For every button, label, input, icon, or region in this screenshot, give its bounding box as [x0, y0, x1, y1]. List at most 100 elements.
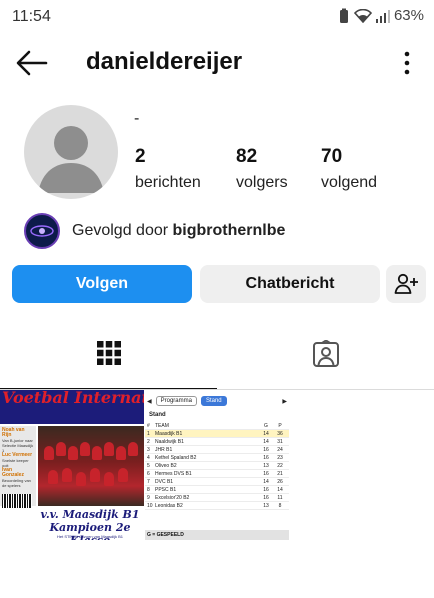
magazine-caption-team: v.v. Maasdijk B1 [40, 508, 140, 521]
standings-segmented-control: ◀ Programma Stand ▶ [145, 394, 289, 408]
followed-by-row[interactable]: Gevolgd door bigbrothernlbe [24, 212, 285, 250]
chevron-left-icon: ◀ [147, 398, 152, 405]
table-cell: 26 [277, 479, 283, 485]
post-standings-table[interactable]: ◀ Programma Stand ▶ Stand # TEAM G P 1 Ma… [145, 390, 289, 540]
stat-following-count: 70 [321, 146, 343, 167]
header-team: TEAM [155, 423, 169, 429]
table-cell: 24 [277, 447, 283, 453]
table-cell: 14 [277, 487, 283, 493]
big-brother-logo-icon [27, 216, 57, 246]
tab-posts-grid[interactable] [0, 340, 217, 388]
status-time: 11:54 [12, 8, 51, 25]
table-cell: Oliveo B2 [155, 463, 177, 469]
back-button[interactable] [16, 50, 48, 76]
magazine-side-line: Van B-junior naar Selectie Maasdijk 1 [2, 438, 34, 453]
standings-footer: G = GESPEELD [145, 530, 289, 540]
standings-table: # TEAM G P 1 Maasdijk B1 14 36 2 Naaldwijk B… [145, 422, 289, 510]
stat-posts-count: 2 [135, 146, 146, 167]
magazine-team-photo [38, 426, 144, 506]
table-cell: 7 [147, 479, 150, 485]
stat-posts-label: berichten [135, 174, 201, 191]
status-icons: 63% [338, 7, 424, 24]
table-cell: 16 [263, 495, 269, 501]
message-button[interactable]: Chatbericht [200, 265, 380, 303]
followed-by-text: Gevolgd door bigbrothernlbe [72, 222, 285, 240]
stat-followers[interactable]: 82 volgers [236, 146, 288, 192]
stat-followers-label: volgers [236, 174, 288, 191]
table-cell: 16 [263, 455, 269, 461]
table-cell: Maasdijk B1 [155, 431, 183, 437]
table-cell: 8 [278, 503, 282, 509]
table-cell: 21 [277, 471, 283, 477]
table-cell: 4 [147, 455, 150, 461]
top-bar: danieldereijer [0, 40, 434, 86]
default-user-icon [38, 126, 104, 193]
table-row: 9 Excelsior'20 B2 16 11 [145, 494, 289, 502]
more-options-button[interactable] [402, 50, 412, 76]
table-row: 4 Kethel Spaland B2 16 23 [145, 454, 289, 462]
stat-following-label: volgend [321, 174, 378, 191]
stat-posts: 2 berichten [135, 146, 201, 192]
header-rank: # [147, 423, 150, 429]
wifi-icon [353, 8, 372, 23]
magazine-caption-sub: Het STERK seizoen van Maasdijk B1 [56, 534, 124, 539]
table-cell: 36 [277, 431, 283, 437]
follower-avatar [24, 213, 60, 249]
table-cell: 14 [263, 431, 269, 437]
arrow-left-icon [16, 50, 48, 76]
status-bar: 11:54 63% [0, 0, 434, 34]
table-cell: DVC B1 [155, 479, 174, 485]
tagged-person-icon [312, 340, 339, 367]
tab-tagged[interactable] [217, 340, 434, 388]
suggest-users-button[interactable] [386, 265, 426, 303]
battery-percent: 63% [393, 7, 424, 24]
table-cell: Kethel Spaland B2 [155, 455, 197, 461]
followed-by-user[interactable]: bigbrothernlbe [173, 222, 286, 239]
table-cell: 10 [147, 503, 153, 509]
table-cell: 14 [263, 439, 269, 445]
header-points: P [278, 423, 282, 429]
follow-button[interactable]: Volgen [12, 265, 192, 303]
table-row: 5 Oliveo B2 13 22 [145, 462, 289, 470]
table-cell: 23 [277, 455, 283, 461]
add-user-icon [394, 273, 418, 294]
profile-username: danieldereijer [86, 48, 243, 75]
magazine-side-line: Ivan Gonzalez [2, 467, 24, 478]
table-row: 6 Hermes DVS B1 16 21 [145, 470, 289, 478]
posts-grid: Voetbal International Noah van Rijn Van … [0, 390, 434, 540]
table-cell: Naaldwijk B1 [155, 439, 184, 445]
table-cell: 16 [263, 447, 269, 453]
table-cell: 5 [147, 463, 150, 469]
magazine-barcode [2, 494, 32, 508]
table-row: 2 Naaldwijk B1 14 31 [145, 438, 289, 446]
table-header-row: # TEAM G P [145, 422, 289, 430]
magazine-side-line: Beoordeling van de spelers [2, 478, 31, 488]
segment-standings: Stand [200, 396, 227, 406]
magazine-masthead: Voetbal International [0, 390, 144, 424]
table-cell: Leonidas B2 [155, 503, 183, 509]
table-cell: 14 [263, 479, 269, 485]
more-vertical-icon [404, 51, 410, 75]
table-cell: 13 [263, 503, 269, 509]
stat-followers-count: 82 [236, 146, 258, 167]
table-cell: JHR B1 [155, 447, 173, 453]
post-magazine-cover[interactable]: Voetbal International Noah van Rijn Van … [0, 390, 144, 540]
table-cell: 11 [277, 495, 283, 501]
table-cell: 1 [147, 431, 150, 437]
table-cell: 16 [263, 471, 269, 477]
table-cell: 9 [147, 495, 150, 501]
table-cell: Excelsior'20 B2 [155, 495, 190, 501]
table-row: 8 PPSC B1 16 14 [145, 486, 289, 494]
header-played: G [264, 423, 268, 429]
standings-title: Stand [149, 412, 166, 418]
table-cell: 16 [263, 487, 269, 493]
table-cell: PPSC B1 [155, 487, 177, 493]
table-row: 3 JHR B1 16 24 [145, 446, 289, 454]
table-cell: 13 [263, 463, 269, 469]
stat-following[interactable]: 70 volgend [321, 146, 377, 192]
battery-saver-icon [339, 8, 348, 23]
table-cell: 8 [147, 487, 150, 493]
profile-avatar[interactable] [24, 105, 118, 199]
table-row: 10 Leonidas B2 13 8 [145, 502, 289, 510]
table-cell: 22 [277, 463, 283, 469]
